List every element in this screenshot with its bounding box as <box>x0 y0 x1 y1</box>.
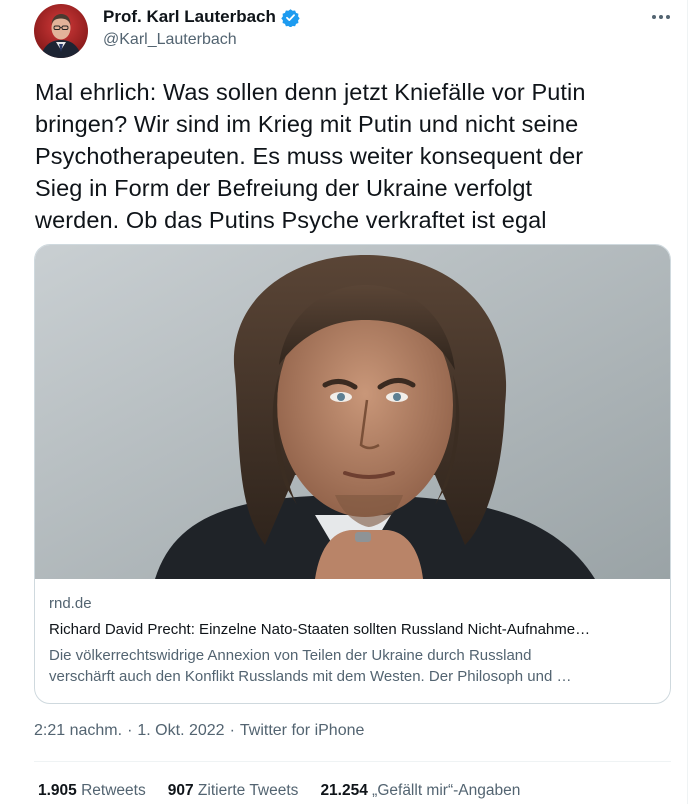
card-description: Die völkerrechtswidrige Annexion von Tei… <box>49 645 657 687</box>
tweet-text-line: Psychotherapeuten. Es muss weiter konseq… <box>35 143 584 169</box>
tweet-container: Prof. Karl Lauterbach @Karl_Lauterbach M… <box>0 0 688 804</box>
author-name-row: Prof. Karl Lauterbach <box>103 7 300 28</box>
link-preview-card[interactable]: rnd.de Richard David Precht: Einzelne Na… <box>34 244 671 704</box>
divider <box>34 761 671 762</box>
author-avatar[interactable] <box>34 4 88 58</box>
card-description-line: Die völkerrechtswidrige Annexion von Tei… <box>49 647 532 664</box>
meta-separator: · <box>229 722 235 739</box>
tweet-meta: 2:21 nachm. · 1. Okt. 2022 · Twitter for… <box>34 722 364 740</box>
meta-separator: · <box>127 722 133 739</box>
tweet-text: Mal ehrlich: Was sollen denn jetzt Knief… <box>35 76 675 236</box>
tweet-text-line: Sieg in Form der Befreiung der Ukraine v… <box>35 175 533 201</box>
quotes-count: 907 <box>167 782 194 799</box>
tweet-time[interactable]: 2:21 nachm. <box>34 722 122 740</box>
author-handle[interactable]: @Karl_Lauterbach <box>103 31 237 49</box>
tweet-text-line: bringen? Wir sind im Krieg mit Putin und… <box>35 111 579 137</box>
tweet-date[interactable]: 1. Okt. 2022 <box>137 722 224 740</box>
tweet-text-line: werden. Ob das Putins Psyche verkraftet … <box>35 207 547 233</box>
more-options-icon[interactable] <box>644 4 678 30</box>
author-display-name[interactable]: Prof. Karl Lauterbach <box>103 7 276 27</box>
card-title: Richard David Precht: Einzelne Nato-Staa… <box>49 621 591 638</box>
verified-badge-icon <box>281 8 300 28</box>
tweet-source[interactable]: Twitter for iPhone <box>240 722 365 740</box>
retweets-label: Retweets <box>81 782 146 799</box>
card-image <box>35 245 670 579</box>
tweet-text-line: Mal ehrlich: Was sollen denn jetzt Knief… <box>35 79 586 105</box>
tweet-stats: 1.905 Retweets 907 Zitierte Tweets 21.25… <box>38 782 520 800</box>
retweets-stat[interactable]: 1.905 Retweets <box>38 782 146 800</box>
likes-label: „Gefällt mir“-Angaben <box>372 782 521 799</box>
likes-stat[interactable]: 21.254 „Gefällt mir“-Angaben <box>320 782 520 800</box>
quotes-label: Zitierte Tweets <box>197 782 299 799</box>
quote-tweets-stat[interactable]: 907 Zitierte Tweets <box>168 782 299 800</box>
likes-count: 21.254 <box>320 782 368 799</box>
card-domain: rnd.de <box>49 595 92 612</box>
card-description-line: verschärft auch den Konflikt Russlands m… <box>49 668 572 685</box>
retweets-count: 1.905 <box>38 782 77 799</box>
